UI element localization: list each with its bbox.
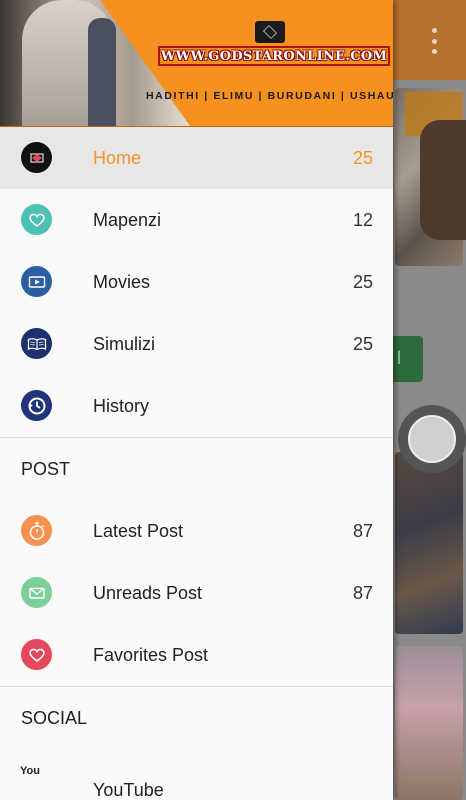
brand-logo-icon <box>255 21 285 43</box>
header-tagline: HADITHI | ELIMU | BURUDANI | USHAURI <box>146 90 393 102</box>
youtube-icon-text: You <box>20 765 40 777</box>
heart-icon <box>21 204 52 235</box>
menu-item-history[interactable]: History <box>0 375 393 437</box>
menu-item-label: Movies <box>93 272 151 292</box>
heart-icon <box>21 639 52 670</box>
post-card-button: l <box>393 336 423 382</box>
menu-item-movies[interactable]: Movies 25 <box>0 251 393 313</box>
video-icon <box>21 266 52 297</box>
menu-item-label: Simulizi <box>93 334 156 354</box>
menu-item-youtube[interactable]: You YouTube <box>0 749 393 800</box>
menu-item-count: 25 <box>352 148 373 168</box>
menu-item-label: Unreads Post <box>93 583 203 603</box>
section-title-social: SOCIAL <box>21 708 88 728</box>
menu-item-favorites-post[interactable]: Favorites Post <box>0 624 393 686</box>
book-icon <box>21 328 52 359</box>
menu-item-count: 12 <box>352 210 373 230</box>
menu-item-count: 87 <box>352 583 373 603</box>
menu-item-count: 87 <box>352 521 373 541</box>
menu-item-mapenzi[interactable]: Mapenzi 12 <box>0 189 393 251</box>
site-url-banner: WWW.GODSTARONLINE.COM <box>158 46 390 66</box>
menu-item-latest-post[interactable]: Latest Post 87 <box>0 500 393 562</box>
youtube-icon: You <box>20 765 54 795</box>
menu-item-simulizi[interactable]: Simulizi 25 <box>0 313 393 375</box>
floating-button-icon[interactable] <box>408 415 456 463</box>
post-card-figure <box>420 120 466 240</box>
menu-item-home[interactable]: Home 25 <box>0 127 393 189</box>
menu-item-count: 25 <box>352 272 373 292</box>
section-title-post: POST <box>21 459 71 479</box>
history-icon <box>21 390 52 421</box>
menu-item-label: Favorites Post <box>93 645 209 665</box>
menu-item-label: YouTube <box>93 780 164 800</box>
site-url: WWW.GODSTARONLINE.COM <box>160 48 388 64</box>
menu-item-count: 25 <box>352 334 373 354</box>
post-card-image <box>395 646 463 800</box>
menu-item-label: Home <box>93 148 142 168</box>
logo-icon <box>21 142 52 173</box>
menu-item-label: History <box>93 396 150 416</box>
menu-item-label: Mapenzi <box>93 210 162 230</box>
menu-item-label: Latest Post <box>93 521 184 541</box>
stopwatch-icon <box>21 515 52 546</box>
mail-icon <box>21 577 52 608</box>
overflow-menu-icon[interactable] <box>430 28 438 54</box>
drawer-header: WWW.GODSTARONLINE.COM HADITHI | ELIMU | … <box>0 0 393 127</box>
menu-item-unreads-post[interactable]: Unreads Post 87 <box>0 562 393 624</box>
navigation-drawer: WWW.GODSTARONLINE.COM HADITHI | ELIMU | … <box>0 0 393 800</box>
post-card-image <box>395 452 463 634</box>
